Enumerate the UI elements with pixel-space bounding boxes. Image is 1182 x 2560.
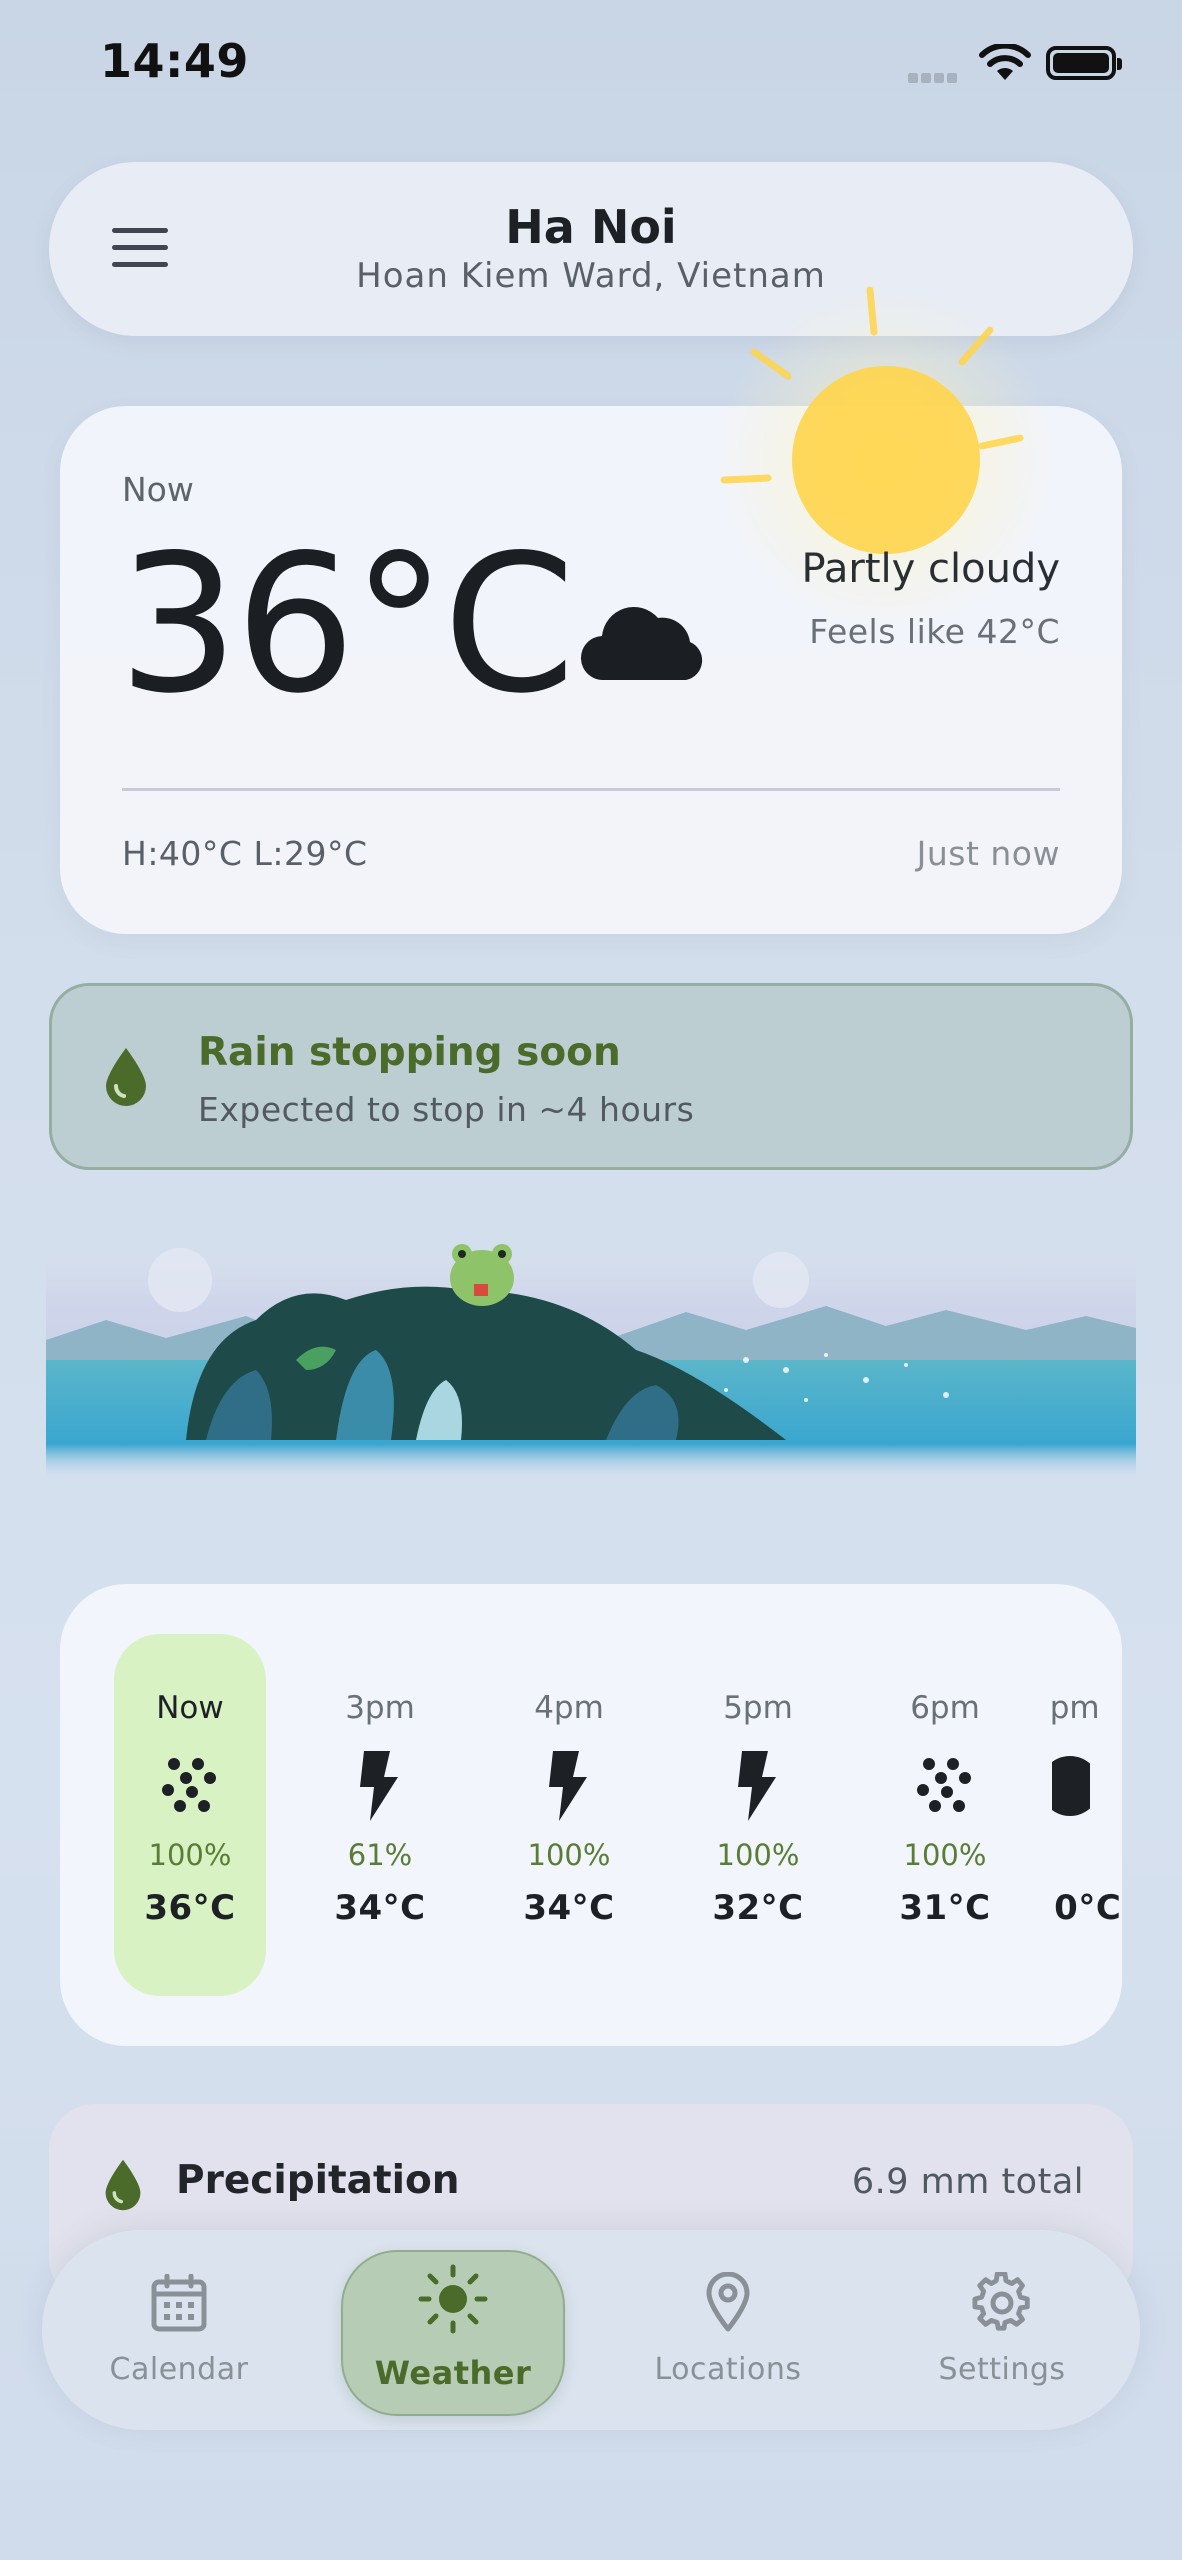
signal-icon bbox=[908, 68, 960, 87]
city-name[interactable]: Ha Noi bbox=[0, 200, 1182, 254]
hour-temp: 30°C bbox=[1052, 1888, 1122, 1928]
now-label: Now bbox=[122, 470, 194, 509]
status-time: 14:49 bbox=[100, 34, 249, 88]
nav-settings[interactable]: Settings bbox=[890, 2250, 1114, 2416]
thunder-icon bbox=[678, 1734, 838, 1838]
alert-subtitle: Expected to stop in ~4 hours bbox=[198, 1090, 695, 1129]
condition-text: Partly cloudy bbox=[801, 546, 1060, 592]
high-low-text: H:40°C L:29°C bbox=[122, 834, 368, 873]
current-temperature: 36°C bbox=[118, 514, 575, 735]
moon-icon bbox=[1052, 1734, 1122, 1838]
cloud-icon bbox=[580, 592, 710, 686]
updated-text: Just now bbox=[916, 834, 1060, 873]
thunder-icon bbox=[300, 1734, 460, 1838]
precip-chance: 61% bbox=[347, 1838, 413, 1872]
location-pin-icon bbox=[616, 2250, 840, 2340]
hour-temp: 34°C bbox=[334, 1888, 426, 1928]
sun-illustration bbox=[716, 286, 1056, 630]
wifi-icon bbox=[978, 42, 1032, 86]
hour-label: 4pm bbox=[534, 1690, 604, 1726]
hourly-item[interactable]: 7pm 30°C bbox=[1052, 1690, 1122, 1928]
thunder-icon bbox=[489, 1734, 649, 1838]
precipitation-total: 6.9 mm total bbox=[851, 2162, 1084, 2202]
hour-label: 6pm bbox=[910, 1690, 980, 1726]
sun-icon bbox=[343, 2252, 563, 2342]
hour-temp: 32°C bbox=[712, 1888, 804, 1928]
hourly-item[interactable]: 5pm 100% 32°C bbox=[678, 1690, 838, 1928]
calendar-icon bbox=[67, 2250, 291, 2340]
nav-label: Locations bbox=[654, 2352, 802, 2387]
precip-chance: 100% bbox=[716, 1838, 800, 1872]
nav-label: Calendar bbox=[109, 2352, 249, 2387]
alert-title: Rain stopping soon bbox=[198, 1030, 621, 1075]
hourly-item[interactable]: 3pm 61% 34°C bbox=[300, 1690, 460, 1928]
nav-calendar[interactable]: Calendar bbox=[67, 2250, 291, 2416]
rain-alert-card[interactable] bbox=[49, 983, 1133, 1170]
rain-dots-icon bbox=[865, 1734, 1025, 1838]
hour-temp: 36°C bbox=[144, 1888, 236, 1928]
precip-chance: 100% bbox=[148, 1838, 232, 1872]
nav-label: Weather bbox=[374, 2354, 532, 2392]
hour-label: 7pm bbox=[1052, 1690, 1100, 1726]
hour-label: 5pm bbox=[723, 1690, 793, 1726]
droplet-icon bbox=[102, 1046, 150, 1112]
hourly-item[interactable]: 4pm 100% 34°C bbox=[489, 1690, 649, 1928]
precip-chance bbox=[1052, 1838, 1122, 1888]
precip-chance: 100% bbox=[903, 1838, 987, 1872]
hour-label: Now bbox=[156, 1690, 224, 1726]
divider bbox=[122, 788, 1060, 791]
droplet-icon bbox=[102, 2158, 144, 2216]
feels-like-text: Feels like 42°C bbox=[809, 612, 1060, 651]
hourly-overflow-clip: 7pm 30°C bbox=[1052, 1584, 1122, 2046]
hour-temp: 34°C bbox=[523, 1888, 615, 1928]
frog-landscape-illustration bbox=[46, 1244, 1136, 1480]
nav-label: Settings bbox=[938, 2352, 1066, 2387]
hourly-item[interactable]: 6pm 100% 31°C bbox=[865, 1690, 1025, 1928]
hour-label: 3pm bbox=[345, 1690, 415, 1726]
rain-dots-icon bbox=[110, 1734, 270, 1838]
hourly-item-now[interactable]: Now 100% 36°C bbox=[110, 1690, 270, 1928]
gear-icon bbox=[890, 2250, 1114, 2340]
precip-chance: 100% bbox=[527, 1838, 611, 1872]
battery-icon bbox=[1046, 46, 1122, 80]
nav-locations[interactable]: Locations bbox=[616, 2250, 840, 2416]
precipitation-title: Precipitation bbox=[176, 2158, 460, 2203]
nav-weather[interactable]: Weather bbox=[341, 2250, 565, 2416]
hour-temp: 31°C bbox=[899, 1888, 991, 1928]
